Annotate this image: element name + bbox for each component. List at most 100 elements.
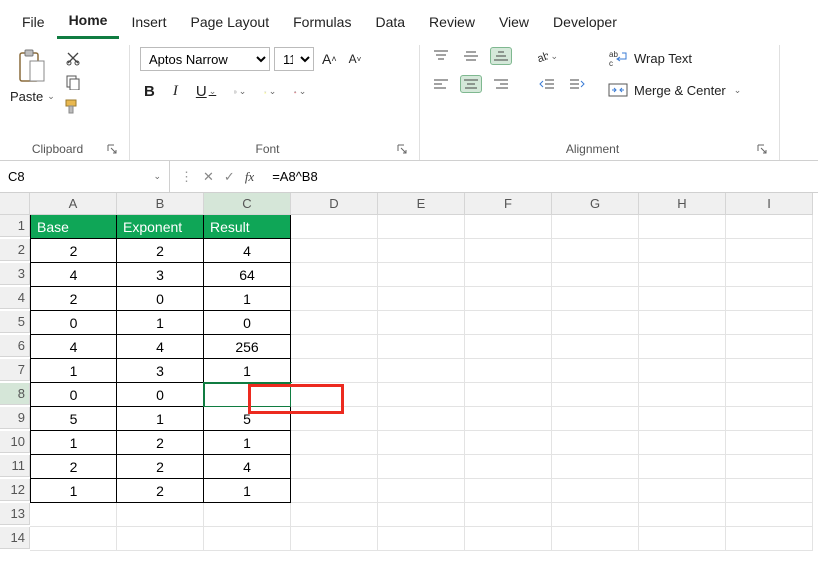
cell-C12[interactable]: 1 bbox=[204, 479, 291, 503]
row-header-4[interactable]: 4 bbox=[0, 287, 30, 309]
cell-F4[interactable] bbox=[465, 287, 552, 311]
italic-button[interactable]: I bbox=[169, 81, 182, 102]
cell-I9[interactable] bbox=[726, 407, 813, 431]
cell-A7[interactable]: 1 bbox=[30, 359, 117, 383]
select-all-corner[interactable] bbox=[0, 193, 30, 215]
name-box[interactable]: ⌄ bbox=[0, 161, 170, 192]
cell-G6[interactable] bbox=[552, 335, 639, 359]
align-center-icon[interactable] bbox=[460, 75, 482, 93]
cell-E5[interactable] bbox=[378, 311, 465, 335]
cell-G14[interactable] bbox=[552, 527, 639, 551]
cell-C13[interactable] bbox=[204, 503, 291, 527]
cell-H10[interactable] bbox=[639, 431, 726, 455]
worksheet-grid[interactable]: ABCDEFGHI1BaseExponentResult222434364420… bbox=[0, 193, 818, 551]
enter-icon[interactable]: ✓ bbox=[224, 169, 235, 185]
cell-E9[interactable] bbox=[378, 407, 465, 431]
format-painter-icon[interactable] bbox=[63, 97, 83, 115]
col-header-F[interactable]: F bbox=[465, 193, 552, 215]
cell-I10[interactable] bbox=[726, 431, 813, 455]
orientation-icon[interactable]: ab⌄ bbox=[536, 47, 558, 65]
cell-F5[interactable] bbox=[465, 311, 552, 335]
fill-color-icon[interactable]: ⌄ bbox=[260, 83, 280, 101]
cell-D7[interactable] bbox=[291, 359, 378, 383]
align-bottom-icon[interactable] bbox=[490, 47, 512, 65]
cell-F9[interactable] bbox=[465, 407, 552, 431]
col-header-A[interactable]: A bbox=[30, 193, 117, 215]
bold-button[interactable]: B bbox=[140, 81, 159, 102]
cell-H8[interactable] bbox=[639, 383, 726, 407]
cell-I7[interactable] bbox=[726, 359, 813, 383]
cut-icon[interactable] bbox=[63, 49, 83, 67]
font-color-icon[interactable]: A⌄ bbox=[290, 83, 310, 101]
cell-C10[interactable]: 1 bbox=[204, 431, 291, 455]
cell-G2[interactable] bbox=[552, 239, 639, 263]
cell-E11[interactable] bbox=[378, 455, 465, 479]
row-header-1[interactable]: 1 bbox=[0, 215, 30, 237]
cell-A4[interactable]: 2 bbox=[30, 287, 117, 311]
cell-F10[interactable] bbox=[465, 431, 552, 455]
cell-B6[interactable]: 4 bbox=[117, 335, 204, 359]
cell-G4[interactable] bbox=[552, 287, 639, 311]
cell-D12[interactable] bbox=[291, 479, 378, 503]
row-header-5[interactable]: 5 bbox=[0, 311, 30, 333]
cell-F14[interactable] bbox=[465, 527, 552, 551]
cell-I14[interactable] bbox=[726, 527, 813, 551]
col-header-C[interactable]: C bbox=[204, 193, 291, 215]
cell-E8[interactable] bbox=[378, 383, 465, 407]
cell-G8[interactable] bbox=[552, 383, 639, 407]
cell-I3[interactable] bbox=[726, 263, 813, 287]
cell-D2[interactable] bbox=[291, 239, 378, 263]
cell-G10[interactable] bbox=[552, 431, 639, 455]
cell-B8[interactable]: 0 bbox=[117, 383, 204, 407]
cell-H2[interactable] bbox=[639, 239, 726, 263]
align-right-icon[interactable] bbox=[490, 75, 512, 93]
row-header-3[interactable]: 3 bbox=[0, 263, 30, 285]
col-header-H[interactable]: H bbox=[639, 193, 726, 215]
row-header-2[interactable]: 2 bbox=[0, 239, 30, 261]
cell-A10[interactable]: 1 bbox=[30, 431, 117, 455]
cell-H3[interactable] bbox=[639, 263, 726, 287]
wrap-text-button[interactable]: abc Wrap Text bbox=[608, 49, 741, 67]
cell-C14[interactable] bbox=[204, 527, 291, 551]
cell-F7[interactable] bbox=[465, 359, 552, 383]
cell-F8[interactable] bbox=[465, 383, 552, 407]
cell-E1[interactable] bbox=[378, 215, 465, 239]
cell-E3[interactable] bbox=[378, 263, 465, 287]
cell-F13[interactable] bbox=[465, 503, 552, 527]
cell-F1[interactable] bbox=[465, 215, 552, 239]
cell-A1[interactable]: Base bbox=[30, 215, 117, 239]
cell-A14[interactable] bbox=[30, 527, 117, 551]
cell-C8[interactable] bbox=[204, 383, 291, 407]
cell-B12[interactable]: 2 bbox=[117, 479, 204, 503]
paste-icon[interactable] bbox=[15, 47, 49, 87]
cell-A11[interactable]: 2 bbox=[30, 455, 117, 479]
clipboard-launcher-icon[interactable] bbox=[105, 142, 119, 156]
cell-C6[interactable]: 256 bbox=[204, 335, 291, 359]
cell-B4[interactable]: 0 bbox=[117, 287, 204, 311]
cell-C11[interactable]: 4 bbox=[204, 455, 291, 479]
font-launcher-icon[interactable] bbox=[395, 142, 409, 156]
col-header-G[interactable]: G bbox=[552, 193, 639, 215]
cell-D8[interactable] bbox=[291, 383, 378, 407]
cell-I8[interactable] bbox=[726, 383, 813, 407]
cell-H13[interactable] bbox=[639, 503, 726, 527]
cell-H11[interactable] bbox=[639, 455, 726, 479]
cell-H9[interactable] bbox=[639, 407, 726, 431]
menu-home[interactable]: Home bbox=[57, 6, 120, 39]
cell-B10[interactable]: 2 bbox=[117, 431, 204, 455]
cell-G9[interactable] bbox=[552, 407, 639, 431]
increase-font-icon[interactable]: A˄ bbox=[318, 49, 341, 69]
alignment-launcher-icon[interactable] bbox=[755, 142, 769, 156]
cell-I1[interactable] bbox=[726, 215, 813, 239]
cell-D5[interactable] bbox=[291, 311, 378, 335]
cell-D1[interactable] bbox=[291, 215, 378, 239]
row-header-7[interactable]: 7 bbox=[0, 359, 30, 381]
formula-input[interactable] bbox=[264, 169, 818, 184]
cell-A13[interactable] bbox=[30, 503, 117, 527]
cell-E10[interactable] bbox=[378, 431, 465, 455]
cell-E12[interactable] bbox=[378, 479, 465, 503]
cell-A6[interactable]: 4 bbox=[30, 335, 117, 359]
underline-button[interactable]: U⌄ bbox=[192, 81, 220, 102]
cell-H4[interactable] bbox=[639, 287, 726, 311]
merge-center-button[interactable]: Merge & Center ⌄ bbox=[608, 81, 741, 99]
